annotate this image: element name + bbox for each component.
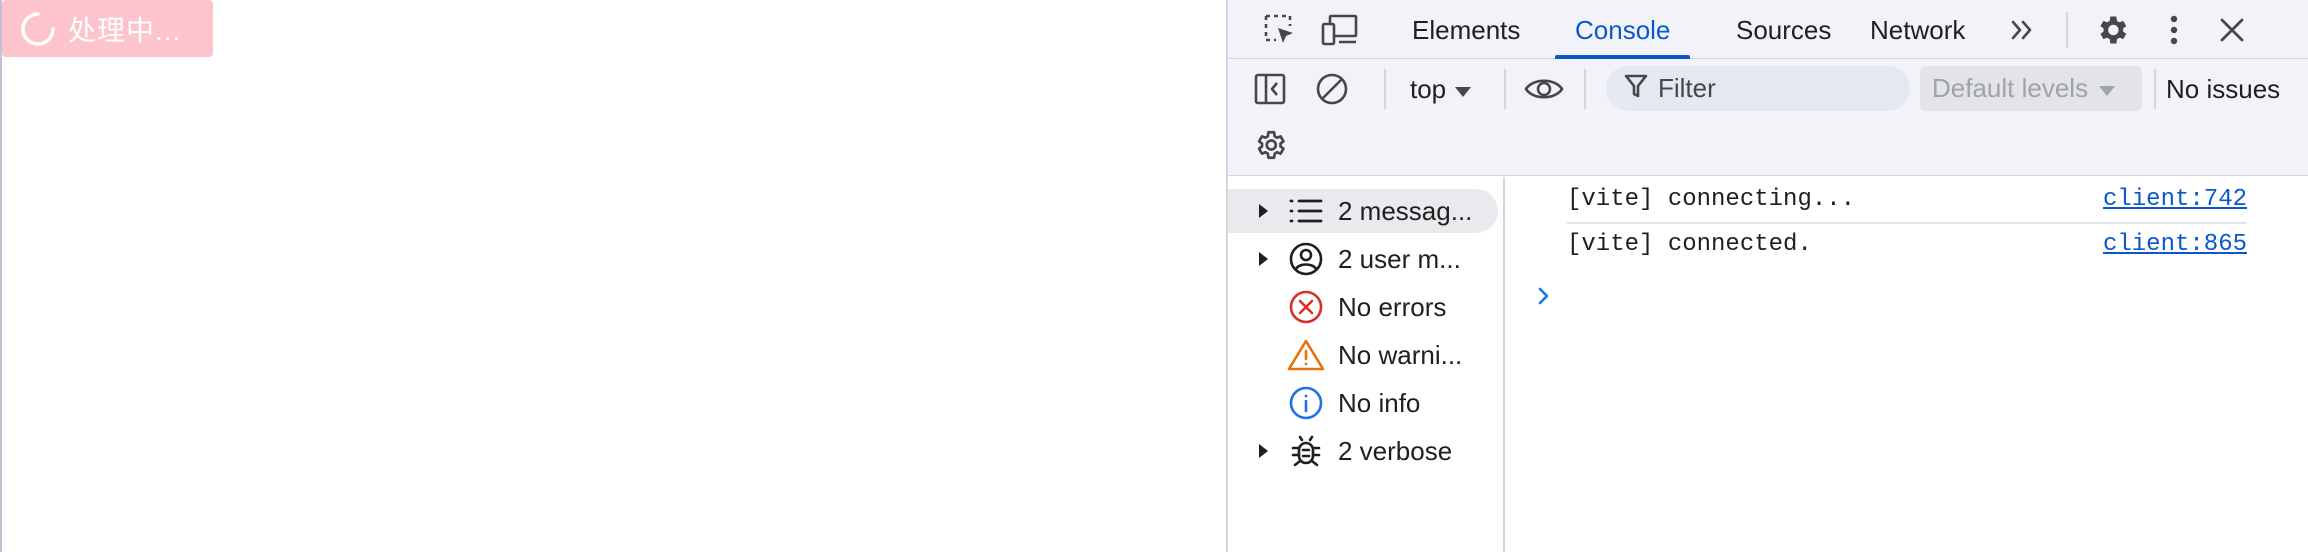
context-selector[interactable]: top bbox=[1410, 69, 1472, 109]
devtools-panel: Elements Console Sources Network top Fil… bbox=[1226, 0, 2308, 552]
spinner-icon bbox=[18, 9, 58, 49]
sidebar-item-label: 2 verbose bbox=[1338, 435, 1453, 466]
tab-console[interactable]: Console bbox=[1554, 0, 1691, 59]
tab-network[interactable]: Network bbox=[1870, 0, 1965, 59]
console-messages: [vite] connecting... client:742 [vite] c… bbox=[1507, 177, 2308, 552]
console-message: [vite] connecting... client:742 bbox=[1567, 177, 2247, 222]
filter-funnel-icon bbox=[1624, 73, 1648, 104]
console-message-source-link[interactable]: client:742 bbox=[2103, 186, 2247, 213]
inspect-element-icon[interactable] bbox=[1260, 10, 1300, 50]
sidebar-item-label: No info bbox=[1338, 387, 1421, 418]
tabbar-divider bbox=[2066, 12, 2068, 48]
toolbar-divider bbox=[1504, 69, 1506, 109]
settings-icon[interactable] bbox=[2092, 10, 2132, 50]
issues-counter[interactable]: No issues bbox=[2166, 69, 2280, 109]
caret-down-icon bbox=[1454, 69, 1472, 109]
info-icon bbox=[1286, 383, 1326, 423]
clear-console-icon[interactable] bbox=[1312, 69, 1352, 109]
sidebar-item-label: 2 messag... bbox=[1338, 195, 1473, 226]
log-levels-dropdown[interactable]: Default levels bbox=[1920, 66, 2142, 111]
console-message-text: [vite] connected. bbox=[1567, 231, 1812, 258]
viewport-edge bbox=[0, 0, 2, 552]
sidebar-item-errors[interactable]: No errors bbox=[1228, 285, 1498, 329]
toolbar-divider bbox=[2154, 69, 2156, 109]
log-levels-label: Default levels bbox=[1932, 73, 2089, 103]
toolbar-divider bbox=[1584, 69, 1586, 109]
toolbar-divider bbox=[1384, 69, 1386, 109]
bug-icon bbox=[1286, 431, 1326, 471]
sidebar-item-info[interactable]: No info bbox=[1228, 381, 1498, 425]
devtools-tabbar: Elements Console Sources Network bbox=[1228, 0, 2308, 59]
sidebar-item-label: No warni... bbox=[1338, 339, 1463, 370]
sidebar-item-label: 2 user m... bbox=[1338, 243, 1461, 274]
show-sidebar-icon[interactable] bbox=[1250, 69, 1290, 109]
page-viewport: 处理中... bbox=[0, 0, 1226, 552]
console-message: [vite] connected. client:865 bbox=[1567, 222, 2247, 267]
console-settings-icon[interactable] bbox=[1250, 125, 1290, 165]
device-toolbar-icon[interactable] bbox=[1320, 10, 1360, 50]
console-message-source-link[interactable]: client:865 bbox=[2103, 231, 2247, 258]
caret-down-icon bbox=[2098, 73, 2116, 104]
console-prompt-chevron-icon[interactable] bbox=[1529, 281, 1559, 311]
console-message-text: [vite] connecting... bbox=[1567, 186, 1856, 213]
more-tabs-icon[interactable] bbox=[2002, 10, 2042, 50]
context-selector-label: top bbox=[1410, 74, 1447, 104]
sidebar-item-verbose[interactable]: 2 verbose bbox=[1228, 429, 1498, 473]
sidebar-item-user-messages[interactable]: 2 user m... bbox=[1228, 237, 1498, 281]
tab-elements[interactable]: Elements bbox=[1412, 0, 1520, 59]
expand-arrow-icon[interactable] bbox=[1252, 251, 1274, 267]
warning-icon bbox=[1286, 335, 1326, 375]
sidebar-item-warnings[interactable]: No warni... bbox=[1228, 333, 1498, 377]
tab-sources[interactable]: Sources bbox=[1736, 0, 1831, 59]
close-devtools-icon[interactable] bbox=[2212, 10, 2252, 50]
live-expression-eye-icon[interactable] bbox=[1524, 69, 1564, 109]
console-toolbar: top Default levels bbox=[1228, 59, 2308, 176]
filter-input[interactable] bbox=[1658, 73, 1888, 104]
loading-button[interactable]: 处理中... bbox=[2, 0, 213, 57]
filter-box[interactable] bbox=[1606, 66, 1910, 111]
expand-arrow-icon[interactable] bbox=[1252, 203, 1274, 219]
user-icon bbox=[1286, 239, 1326, 279]
sidebar-item-label: No errors bbox=[1338, 291, 1447, 322]
loading-button-label: 处理中... bbox=[68, 14, 182, 46]
sidebar-item-messages[interactable]: 2 messag... bbox=[1228, 189, 1498, 233]
error-icon bbox=[1286, 287, 1326, 327]
console-sidebar: 2 messag... 2 user m... No errors No war… bbox=[1228, 177, 1505, 552]
expand-arrow-icon[interactable] bbox=[1252, 443, 1274, 459]
more-options-icon[interactable] bbox=[2154, 10, 2194, 50]
list-icon bbox=[1286, 191, 1326, 231]
